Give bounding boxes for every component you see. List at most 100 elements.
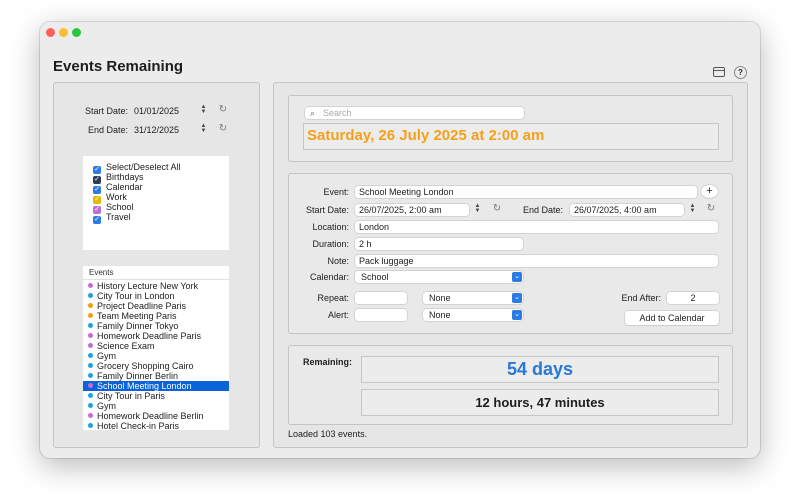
- sidebar-toggle-icon[interactable]: [713, 67, 725, 77]
- start-date-stepper[interactable]: ▲ ▼: [200, 104, 207, 116]
- duration-field[interactable]: 2 h: [355, 238, 523, 250]
- start-datetime-field[interactable]: 26/07/2025, 2:00 am: [355, 204, 469, 216]
- event-label: Homework Deadline Berlin: [97, 411, 204, 421]
- list-item[interactable]: Gym: [83, 401, 229, 411]
- calendar-color-dot: [88, 403, 93, 408]
- filter-checkbox-work[interactable]: ✓ Work: [93, 192, 127, 204]
- status-text: Loaded 103 events.: [288, 429, 368, 439]
- repeat-select[interactable]: None ⌄: [423, 292, 523, 304]
- event-label: Gym: [97, 401, 116, 411]
- calendar-select[interactable]: School ⌄: [355, 271, 523, 283]
- filter-label: Select/Deselect All: [106, 162, 181, 172]
- filter-checkbox-calendar[interactable]: ✓ Calendar: [93, 182, 143, 194]
- end-date-field[interactable]: 31/12/2025: [134, 124, 196, 136]
- search-icon: ⌕: [310, 108, 316, 118]
- list-item[interactable]: School Meeting London: [83, 381, 229, 391]
- repeat-select-value: None: [429, 293, 451, 303]
- date-header-group: Search ⌕ Saturday, 26 July 2025 at 2:00 …: [288, 95, 733, 162]
- note-label: Note:: [327, 256, 349, 266]
- filter-checkbox-select-deselect-all[interactable]: ✓ Select/Deselect All: [93, 162, 181, 174]
- end-datetime-field[interactable]: 26/07/2025, 4:00 am: [570, 204, 684, 216]
- end-date-reset-icon[interactable]: ↻: [218, 124, 228, 134]
- event-label: School Meeting London: [97, 381, 192, 391]
- list-item[interactable]: City Tour in Paris: [83, 391, 229, 401]
- filter-checkbox-travel[interactable]: ✓ Travel: [93, 212, 131, 224]
- calendar-color-dot: [88, 343, 93, 348]
- filter-checkbox-birthdays[interactable]: ✓ Birthdays: [93, 172, 144, 184]
- event-label: City Tour in London: [97, 291, 175, 301]
- end-datetime-stepper[interactable]: ▲ ▼: [689, 203, 696, 215]
- location-field[interactable]: London: [355, 221, 718, 233]
- start-datetime-stepper[interactable]: ▲ ▼: [474, 203, 481, 215]
- right-panel: Search ⌕ Saturday, 26 July 2025 at 2:00 …: [273, 82, 748, 448]
- list-item[interactable]: Homework Deadline Paris: [83, 331, 229, 341]
- list-item[interactable]: Gym: [83, 351, 229, 361]
- list-item[interactable]: Science Exam: [83, 341, 229, 351]
- calendar-label: Calendar:: [309, 272, 349, 282]
- calendar-filter-list: ✓ Select/Deselect All ✓ Birthdays ✓ Calendar ✓…: [83, 156, 229, 250]
- minimize-window-button[interactable]: [59, 28, 68, 37]
- events-list-header: Events: [83, 266, 229, 280]
- events-list: Events History Lecture New York City Tour…: [83, 266, 229, 430]
- end-after-field[interactable]: 2: [667, 292, 719, 304]
- calendar-color-dot: [88, 363, 93, 368]
- calendar-color-dot: [88, 413, 93, 418]
- start-date-reset-icon[interactable]: ↻: [218, 105, 228, 115]
- filter-label: Work: [106, 192, 127, 202]
- list-item[interactable]: History Lecture New York: [83, 281, 229, 291]
- filter-checkbox-school[interactable]: ✓ School: [93, 202, 134, 214]
- alert-select[interactable]: None ⌄: [423, 309, 523, 321]
- calendar-color-dot: [88, 313, 93, 318]
- event-label: Event:: [323, 187, 349, 197]
- filter-label: School: [106, 202, 134, 212]
- help-icon[interactable]: ?: [734, 66, 747, 79]
- start-datetime-reset-icon[interactable]: ↻: [492, 204, 502, 214]
- event-label: Family Dinner Berlin: [97, 371, 179, 381]
- add-event-icon[interactable]: +: [701, 185, 718, 198]
- alert-select-value: None: [429, 310, 451, 320]
- selected-date-display: Saturday, 26 July 2025 at 2:00 am: [303, 123, 719, 150]
- end-datetime-label: End Date:: [522, 205, 563, 215]
- alert-count-field[interactable]: [355, 309, 407, 321]
- calendar-color-dot: [88, 323, 93, 328]
- title-bar: [40, 22, 760, 48]
- event-label: Science Exam: [97, 341, 155, 351]
- list-item[interactable]: Family Dinner Berlin: [83, 371, 229, 381]
- filter-label: Travel: [106, 212, 131, 222]
- list-item[interactable]: Project Deadline Paris: [83, 301, 229, 311]
- calendar-color-dot: [88, 303, 93, 308]
- alert-label: Alert:: [327, 310, 349, 320]
- list-item[interactable]: Team Meeting Paris: [83, 311, 229, 321]
- event-label: History Lecture New York: [97, 281, 199, 291]
- event-label: Gym: [97, 351, 116, 361]
- add-to-calendar-button[interactable]: Add to Calendar: [625, 311, 719, 325]
- search-input[interactable]: Search: [305, 107, 524, 119]
- remaining-label: Remaining:: [303, 357, 353, 367]
- calendar-select-value: School: [361, 272, 389, 282]
- event-label: Family Dinner Tokyo: [97, 321, 179, 331]
- close-window-button[interactable]: [46, 28, 55, 37]
- filter-label: Birthdays: [106, 172, 144, 182]
- zoom-window-button[interactable]: [72, 28, 81, 37]
- calendar-color-dot: [88, 283, 93, 288]
- list-item[interactable]: City Tour in London: [83, 291, 229, 301]
- checkbox-icon: ✓: [93, 216, 101, 224]
- calendar-color-dot: [88, 373, 93, 378]
- end-datetime-reset-icon[interactable]: ↻: [706, 204, 716, 214]
- event-name-field[interactable]: School Meeting London: [355, 186, 697, 198]
- filter-label: Calendar: [106, 182, 143, 192]
- repeat-count-field[interactable]: [355, 292, 407, 304]
- list-item[interactable]: Grocery Shopping Cairo: [83, 361, 229, 371]
- list-item[interactable]: Hotel Check-in Paris: [83, 421, 229, 430]
- calendar-color-dot: [88, 383, 93, 388]
- event-label: Team Meeting Paris: [97, 311, 177, 321]
- list-item[interactable]: Homework Deadline Berlin: [83, 411, 229, 421]
- calendar-color-dot: [88, 423, 93, 428]
- app-window: Events Remaining ? Start Date: 01/01/202…: [40, 22, 760, 458]
- start-date-field[interactable]: 01/01/2025: [134, 105, 196, 117]
- start-date-label: Start Date:: [84, 106, 128, 116]
- note-field[interactable]: Pack luggage: [355, 255, 718, 267]
- list-item[interactable]: Family Dinner Tokyo: [83, 321, 229, 331]
- end-date-stepper[interactable]: ▲ ▼: [200, 123, 207, 135]
- end-date-label: End Date:: [87, 125, 128, 135]
